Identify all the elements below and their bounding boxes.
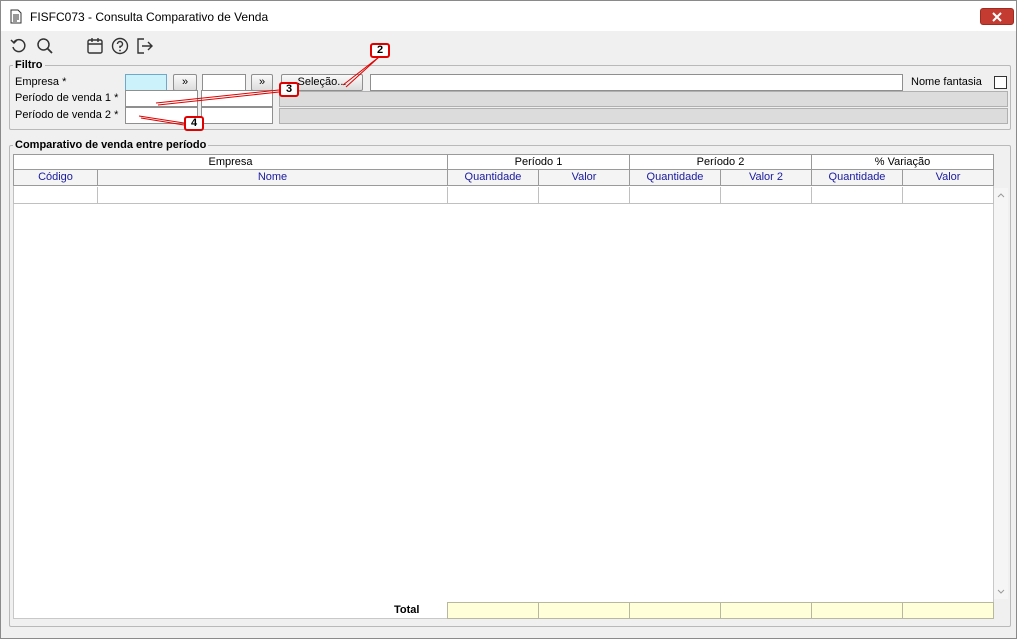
header-periodo2: Período 2 [630, 154, 812, 170]
col-p2-quantidade[interactable]: Quantidade [630, 170, 721, 186]
col-p1-valor[interactable]: Valor [539, 170, 630, 186]
calendar-icon[interactable] [86, 37, 104, 55]
empresa-name-field[interactable] [370, 74, 903, 91]
table-row-cell[interactable] [98, 187, 448, 204]
scroll-up-icon[interactable] [997, 192, 1005, 198]
col-nome[interactable]: Nome [98, 170, 448, 186]
col-var-quantidade[interactable]: Quantidade [812, 170, 903, 186]
title-bar: FISFC073 - Consulta Comparativo de Venda [1, 1, 1016, 31]
total-p2-quantidade [629, 602, 721, 619]
total-p1-valor [538, 602, 630, 619]
total-var-quantidade [811, 602, 903, 619]
header-periodo1: Período 1 [448, 154, 630, 170]
main-window: FISFC073 - Consulta Comparativo de Venda [0, 0, 1017, 639]
header-empresa: Empresa [13, 154, 448, 170]
comparativo-legend: Comparativo de venda entre período [13, 139, 209, 151]
callout-2: 2 [370, 43, 390, 58]
data-grid[interactable] [13, 154, 994, 619]
table-row-cell[interactable] [448, 187, 539, 204]
empresa-code-input-2[interactable] [202, 74, 246, 91]
col-codigo[interactable]: Código [13, 170, 98, 186]
total-var-valor [902, 602, 994, 619]
scroll-down-icon[interactable] [997, 589, 1005, 595]
empresa-next-button-2[interactable]: » [251, 74, 273, 91]
col-p1-quantidade[interactable]: Quantidade [448, 170, 539, 186]
undo-icon[interactable] [10, 37, 28, 55]
nome-fantasia-label: Nome fantasia [911, 76, 982, 88]
window-title: FISFC073 - Consulta Comparativo de Venda [30, 10, 269, 24]
table-row-cell[interactable] [812, 187, 903, 204]
exit-icon[interactable] [136, 37, 154, 55]
table-row-cell[interactable] [539, 187, 630, 204]
table-row-cell[interactable] [630, 187, 721, 204]
periodo1-end-input[interactable] [201, 90, 273, 107]
table-row-cell[interactable] [903, 187, 994, 204]
total-p2-valor [720, 602, 812, 619]
search-icon[interactable] [36, 37, 54, 55]
callout-4: 4 [184, 116, 204, 131]
table-row-cell[interactable] [13, 187, 98, 204]
periodo1-start-input[interactable] [125, 90, 198, 107]
empresa-next-button[interactable]: » [173, 74, 197, 91]
nome-fantasia-checkbox[interactable] [994, 76, 1007, 89]
vertical-scrollbar[interactable] [994, 188, 1008, 599]
periodo2-description [279, 108, 1008, 124]
table-row-cell[interactable] [721, 187, 812, 204]
total-label: Total [394, 604, 420, 616]
close-button[interactable] [980, 8, 1014, 25]
close-icon [992, 11, 1002, 22]
periodo2-label: Período de venda 2 * [15, 109, 119, 121]
document-icon [10, 9, 22, 24]
periodo1-label: Período de venda 1 * [15, 92, 119, 104]
periodo2-end-input[interactable] [201, 107, 273, 124]
total-p1-quantidade [447, 602, 539, 619]
col-var-valor[interactable]: Valor [903, 170, 994, 186]
empresa-code-input[interactable] [125, 74, 167, 91]
callout-3: 3 [279, 82, 299, 97]
help-icon[interactable] [111, 37, 129, 55]
col-p2-valor[interactable]: Valor 2 [721, 170, 812, 186]
periodo1-description [279, 91, 1008, 107]
header-variacao: % Variação [812, 154, 994, 170]
toolbar [1, 31, 1016, 59]
empresa-label: Empresa * [15, 76, 67, 88]
filter-legend: Filtro [13, 59, 45, 71]
